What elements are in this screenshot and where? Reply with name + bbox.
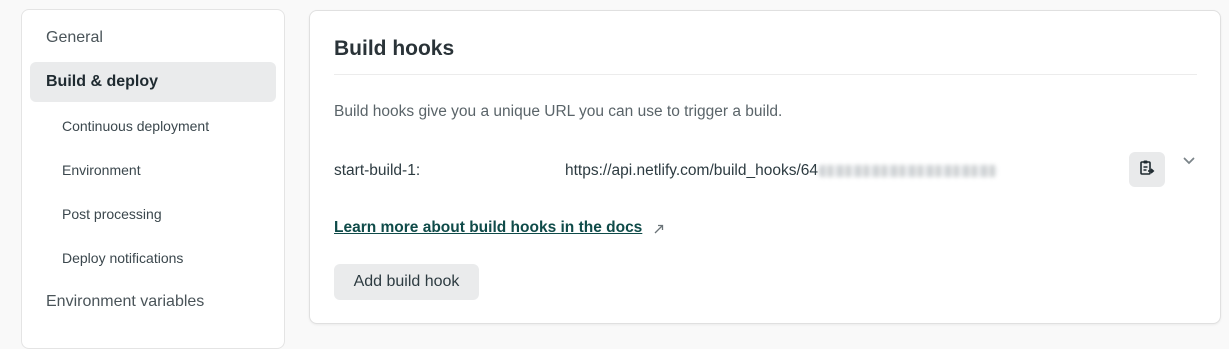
expand-hook-toggle[interactable] [1182, 154, 1196, 168]
learn-more-link[interactable]: Learn more about build hooks in the docs [334, 219, 642, 237]
sidebar-item-build-deploy[interactable]: Build & deploy [30, 62, 276, 102]
external-link-arrow-icon [653, 222, 665, 234]
sidebar-subitem-post-processing[interactable]: Post processing [30, 196, 276, 232]
card-description: Build hooks give you a unique URL you ca… [334, 103, 783, 120]
sidebar-item-label: General [46, 29, 103, 46]
sidebar-item-label: Deploy notifications [62, 250, 184, 266]
sidebar-item-label: Environment variables [46, 293, 205, 310]
sidebar-item-general[interactable]: General [30, 18, 276, 58]
hook-url-text: https://api.netlify.com/build_hooks/64 [565, 162, 819, 179]
add-build-hook-button[interactable]: Add build hook [334, 264, 479, 300]
divider [334, 74, 1197, 75]
hook-name: start-build-1: [334, 162, 421, 179]
chevron-down-icon [1183, 152, 1195, 170]
hook-url[interactable]: https://api.netlify.com/build_hooks/64 [565, 162, 998, 180]
build-hooks-card: Build hooks Build hooks give you a uniqu… [309, 10, 1221, 324]
settings-sidebar: General Build & deploy Continuous deploy… [21, 9, 285, 349]
sidebar-item-label: Build & deploy [46, 73, 158, 90]
sidebar-item-label: Continuous deployment [62, 118, 210, 134]
clipboard-copy-icon [1139, 159, 1155, 181]
card-title: Build hooks [334, 37, 455, 60]
sidebar-subitem-continuous-deployment[interactable]: Continuous deployment [30, 108, 276, 144]
sidebar-item-environment-variables[interactable]: Environment variables [30, 282, 276, 322]
sidebar-subitem-deploy-notifications[interactable]: Deploy notifications [30, 240, 276, 276]
sidebar-item-label: Environment [62, 162, 141, 178]
copy-url-button[interactable] [1129, 152, 1165, 187]
redacted-url-token [819, 165, 998, 177]
sidebar-subitem-environment[interactable]: Environment [30, 152, 276, 188]
sidebar-item-label: Post processing [62, 206, 162, 222]
